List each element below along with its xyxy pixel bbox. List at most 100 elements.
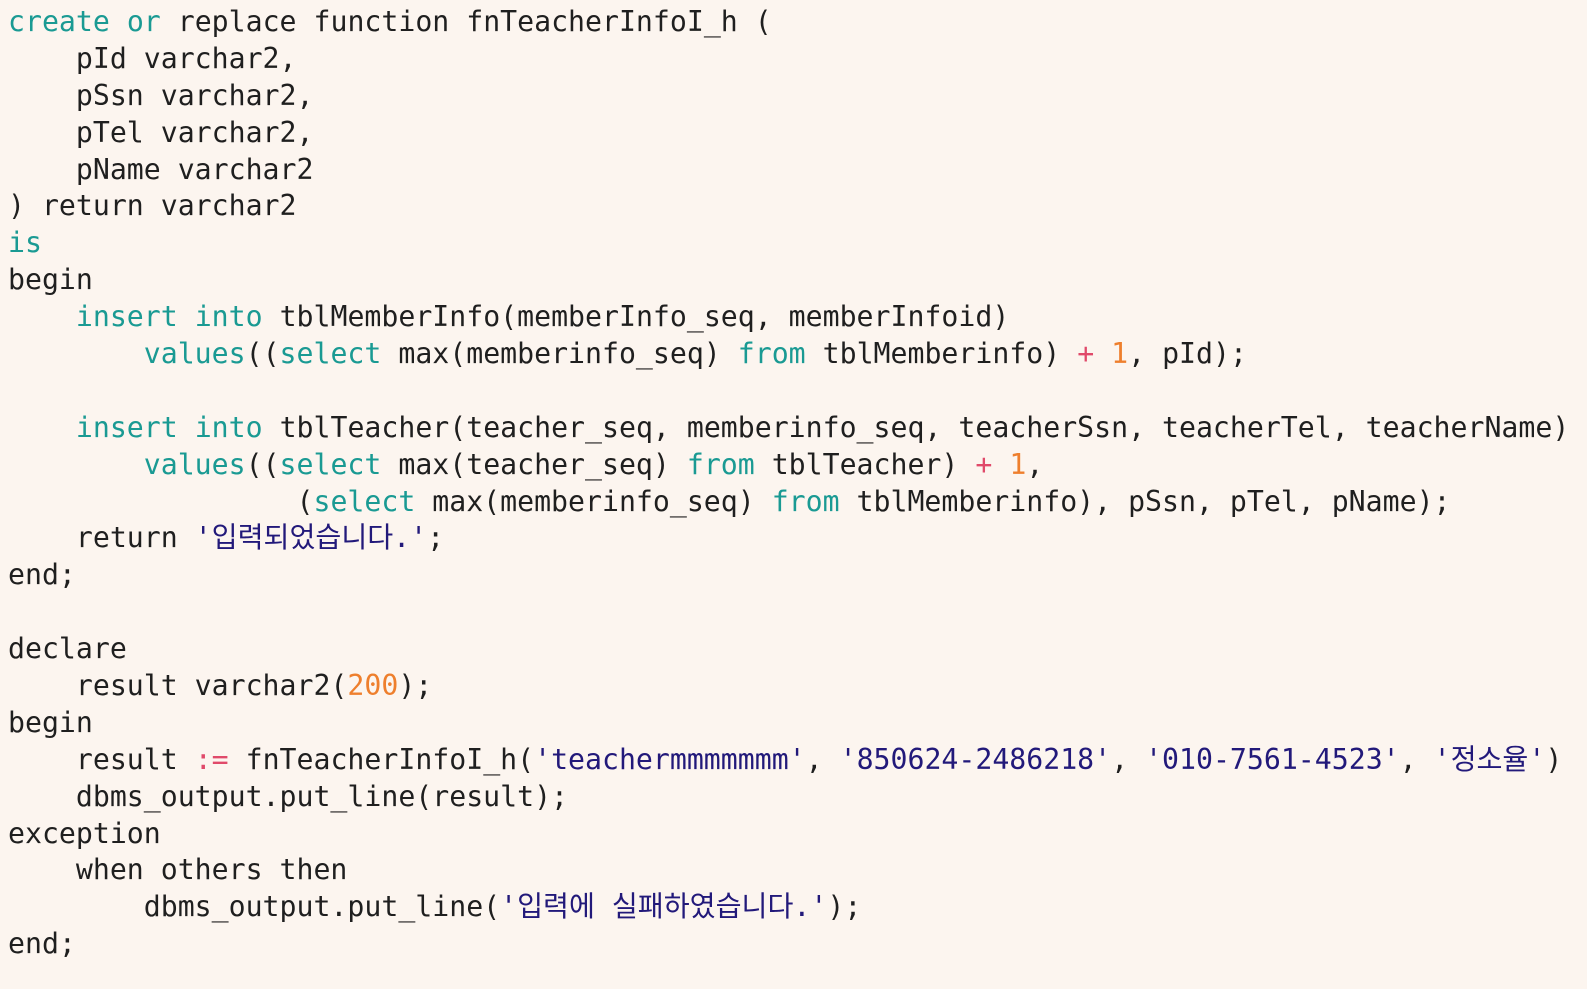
code-token: ); <box>827 890 862 924</box>
code-line: pSsn varchar2, <box>8 78 1587 115</box>
code-token: pId varchar2, <box>8 41 297 75</box>
code-token: begin <box>8 263 93 297</box>
keyword-token: into <box>194 300 263 334</box>
keyword-token: from <box>686 447 755 481</box>
keyword-token: insert <box>75 410 178 444</box>
code-token: replace function fnTeacherInfoI_h ( <box>160 5 772 38</box>
code-token: pName varchar2 <box>8 152 314 186</box>
number-token: 1 <box>1111 337 1129 371</box>
code-line: exception <box>8 816 1587 853</box>
code-token: tblMemberinfo), pSsn, pTel, pName); <box>839 484 1451 518</box>
code-line: when others then <box>8 852 1587 889</box>
code-line: insert into tblTeacher(teacher_seq, memb… <box>8 410 1587 447</box>
code-line: is <box>8 225 1587 262</box>
code-token: declare <box>8 632 127 666</box>
code-token: dbms_output.put_line( <box>8 890 501 924</box>
keyword-token: insert <box>75 300 178 334</box>
code-line: create or replace function fnTeacherInfo… <box>8 4 1587 41</box>
code-line: (select max(memberinfo_seq) from tblMemb… <box>8 484 1587 521</box>
number-token: 200 <box>347 669 399 703</box>
code-line: result := fnTeacherInfoI_h('teachermmmmm… <box>8 742 1587 779</box>
code-token: begin <box>8 705 93 739</box>
code-line: return '입력되었습니다.'; <box>8 520 1587 557</box>
code-line: pId varchar2, <box>8 41 1587 78</box>
keyword-token: values <box>143 447 246 481</box>
code-line: values((select max(memberinfo_seq) from … <box>8 336 1587 373</box>
keyword-token: from <box>737 337 806 371</box>
code-token: result varchar2( <box>8 669 348 703</box>
keyword-token: create <box>8 5 110 38</box>
string-token: '정소율' <box>1433 742 1546 776</box>
code-line: ) return varchar2 <box>8 188 1587 225</box>
code-line: pTel varchar2, <box>8 115 1587 152</box>
operator-token: + <box>975 447 993 481</box>
code-line: declare <box>8 631 1587 668</box>
string-token: '850624-2486218' <box>839 742 1112 776</box>
code-token: result <box>8 742 195 776</box>
keyword-token: or <box>126 5 161 38</box>
code-line: values((select max(teacher_seq) from tbl… <box>8 447 1587 484</box>
code-line: insert into tblMemberInfo(memberInfo_seq… <box>8 299 1587 336</box>
code-token: pSsn varchar2, <box>8 78 314 112</box>
code-token: tblTeacher(teacher_seq, memberinfo_seq, … <box>262 410 1570 444</box>
code-token: tblMemberinfo) <box>805 337 1078 371</box>
code-token: ; <box>427 521 445 555</box>
string-token: '입력되었습니다.' <box>194 521 428 555</box>
keyword-token: is <box>8 226 42 260</box>
code-token: pTel varchar2, <box>8 115 314 149</box>
string-token: '010-7561-4523' <box>1145 742 1400 776</box>
keyword-token: values <box>143 337 246 371</box>
code-token: , <box>1026 447 1044 481</box>
keyword-token: select <box>279 337 382 371</box>
keyword-token: select <box>279 447 382 481</box>
code-token: end; <box>8 558 76 592</box>
code-line: begin <box>8 262 1587 299</box>
code-token: (( <box>245 337 280 371</box>
code-token: , pId); <box>1128 337 1247 371</box>
code-token: return <box>8 521 195 555</box>
keyword-token: into <box>194 410 263 444</box>
code-token: ) return varchar2 <box>8 189 297 223</box>
code-token: tblMemberInfo(memberInfo_seq, memberInfo… <box>262 300 1010 334</box>
code-view[interactable]: create or replace function fnTeacherInfo… <box>0 0 1587 989</box>
operator-token: + <box>1077 337 1095 371</box>
code-line: pName varchar2 <box>8 152 1587 189</box>
code-token: tblTeacher) <box>754 447 976 481</box>
code-token: max(memberinfo_seq) <box>381 337 738 371</box>
code-token: , <box>805 742 840 776</box>
code-token: fnTeacherInfoI_h( <box>228 742 535 776</box>
code-token: dbms_output.put_line(result); <box>8 779 569 813</box>
code-line: end; <box>8 926 1587 963</box>
code-token: max(memberinfo_seq) <box>415 484 772 518</box>
code-token: max(teacher_seq) <box>381 447 687 481</box>
code-token: end; <box>8 927 76 961</box>
operator-token: := <box>194 742 229 776</box>
code-token: (( <box>245 447 280 481</box>
code-token: when others then <box>8 853 348 887</box>
code-line: result varchar2(200); <box>8 668 1587 705</box>
code-line: dbms_output.put_line('입력에 실패하였습니다.'); <box>8 889 1587 926</box>
keyword-token: select <box>313 484 416 518</box>
code-line: begin <box>8 705 1587 742</box>
code-token: ); <box>398 669 433 703</box>
number-token: 1 <box>1009 447 1027 481</box>
code-token: ( <box>8 484 314 518</box>
keyword-token: from <box>771 484 840 518</box>
string-token: 'teachermmmmmmm' <box>534 742 806 776</box>
string-token: '입력에 실패하였습니다.' <box>500 890 828 924</box>
code-line: end; <box>8 557 1587 594</box>
code-token: , <box>1399 742 1434 776</box>
code-token: ) <box>1545 742 1563 776</box>
code-token: exception <box>8 816 161 850</box>
